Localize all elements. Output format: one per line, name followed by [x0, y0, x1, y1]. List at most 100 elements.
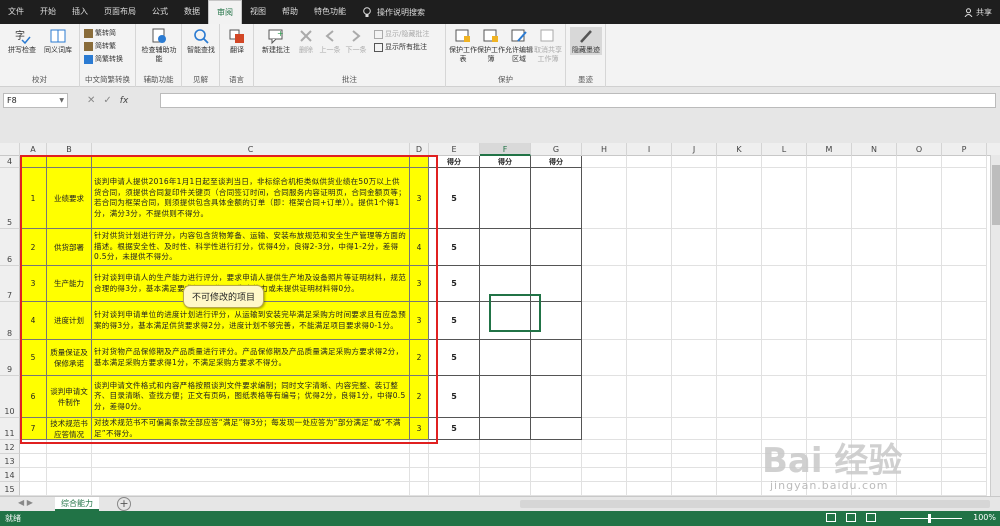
column-header-L[interactable]: L: [762, 143, 807, 156]
tab-help[interactable]: 帮助: [274, 0, 306, 24]
tab-view[interactable]: 视图: [242, 0, 274, 24]
simp-to-trad-button[interactable]: 简转繁: [84, 41, 116, 51]
zoom-slider-thumb[interactable]: [928, 514, 931, 523]
cell[interactable]: [807, 229, 852, 266]
cell[interactable]: [582, 454, 627, 468]
cell[interactable]: [582, 302, 627, 340]
cell[interactable]: [762, 302, 807, 340]
tab-data[interactable]: 数据: [176, 0, 208, 24]
scrollbar-thumb[interactable]: [992, 165, 1000, 225]
row-header-4[interactable]: 4: [0, 156, 20, 168]
column-header-G[interactable]: G: [531, 143, 582, 156]
cell[interactable]: [672, 468, 717, 482]
score-cell-G[interactable]: [531, 376, 582, 418]
cell[interactable]: [717, 229, 762, 266]
row-header-7[interactable]: 7: [0, 266, 20, 302]
cell[interactable]: [429, 440, 480, 454]
cell[interactable]: [942, 418, 987, 440]
enter-icon[interactable]: ✓: [103, 95, 111, 106]
cell[interactable]: [852, 266, 897, 302]
page-layout-view-icon[interactable]: [846, 513, 856, 522]
add-sheet-icon[interactable]: +: [117, 497, 131, 511]
cell[interactable]: [627, 376, 672, 418]
cell[interactable]: [897, 168, 942, 229]
score-cell-F[interactable]: [480, 229, 531, 266]
score-cell-E[interactable]: 5: [429, 418, 480, 440]
cell[interactable]: [717, 454, 762, 468]
cell[interactable]: [672, 418, 717, 440]
cell[interactable]: [852, 376, 897, 418]
cell[interactable]: [582, 468, 627, 482]
cell[interactable]: [531, 454, 582, 468]
score-cell-G[interactable]: [531, 418, 582, 440]
cell[interactable]: [47, 454, 92, 468]
cell[interactable]: [942, 229, 987, 266]
cell[interactable]: [897, 376, 942, 418]
spell-check-button[interactable]: 字 拼写检查: [4, 27, 40, 55]
cell[interactable]: [20, 468, 47, 482]
cell[interactable]: [762, 168, 807, 229]
cell[interactable]: [20, 454, 47, 468]
cell[interactable]: [897, 454, 942, 468]
next-comment-button[interactable]: 下一条: [344, 27, 368, 55]
cell[interactable]: [531, 440, 582, 454]
cell[interactable]: [717, 418, 762, 440]
chevron-down-icon[interactable]: ▼: [59, 94, 64, 107]
row-header-6[interactable]: 6: [0, 229, 20, 266]
formula-input[interactable]: [160, 93, 996, 108]
cell[interactable]: [807, 266, 852, 302]
page-break-view-icon[interactable]: [866, 513, 876, 522]
cell[interactable]: [582, 340, 627, 376]
cell[interactable]: [582, 156, 627, 168]
cell[interactable]: [672, 302, 717, 340]
cell[interactable]: [582, 418, 627, 440]
tab-features[interactable]: 特色功能: [306, 0, 354, 24]
tab-page-layout[interactable]: 页面布局: [96, 0, 144, 24]
cell[interactable]: [92, 468, 410, 482]
cell[interactable]: [410, 482, 429, 496]
cell[interactable]: [852, 340, 897, 376]
cell[interactable]: [897, 482, 942, 496]
column-header-K[interactable]: K: [717, 143, 762, 156]
cell[interactable]: [672, 156, 717, 168]
row-header-10[interactable]: 10: [0, 376, 20, 418]
column-header-I[interactable]: I: [627, 143, 672, 156]
tab-file[interactable]: 文件: [0, 0, 32, 24]
cell[interactable]: [717, 482, 762, 496]
cell[interactable]: [480, 440, 531, 454]
row-header-12[interactable]: 12: [0, 440, 20, 454]
cell[interactable]: [92, 454, 410, 468]
cell[interactable]: [627, 454, 672, 468]
cell[interactable]: [672, 482, 717, 496]
cell[interactable]: [807, 156, 852, 168]
score-cell-E[interactable]: 5: [429, 266, 480, 302]
cell[interactable]: [480, 482, 531, 496]
score-cell-G[interactable]: [531, 266, 582, 302]
row-header-13[interactable]: 13: [0, 454, 20, 468]
cell[interactable]: [627, 440, 672, 454]
cell[interactable]: [762, 266, 807, 302]
cell[interactable]: [717, 156, 762, 168]
cell[interactable]: [672, 454, 717, 468]
score-cell-G[interactable]: [531, 340, 582, 376]
cell[interactable]: [942, 468, 987, 482]
cell[interactable]: [717, 168, 762, 229]
cell[interactable]: [582, 440, 627, 454]
protect-sheet-button[interactable]: 保护工作表: [449, 27, 477, 64]
cell[interactable]: [897, 156, 942, 168]
trad-to-simp-button[interactable]: 繁转简: [84, 28, 116, 38]
cell[interactable]: [582, 229, 627, 266]
cell[interactable]: [531, 468, 582, 482]
show-hide-comment-button[interactable]: 显示/隐藏批注: [374, 29, 429, 39]
tab-review[interactable]: 审阅: [208, 0, 242, 24]
zoom-slider[interactable]: [900, 518, 962, 519]
cell[interactable]: [672, 168, 717, 229]
column-header-B[interactable]: B: [47, 143, 92, 156]
tell-me-search[interactable]: 操作说明搜索: [354, 6, 433, 18]
cell[interactable]: [92, 440, 410, 454]
previous-comment-button[interactable]: 上一条: [318, 27, 342, 55]
score-cell-E[interactable]: 5: [429, 376, 480, 418]
cell[interactable]: [410, 440, 429, 454]
column-header-H[interactable]: H: [582, 143, 627, 156]
cell[interactable]: [897, 266, 942, 302]
